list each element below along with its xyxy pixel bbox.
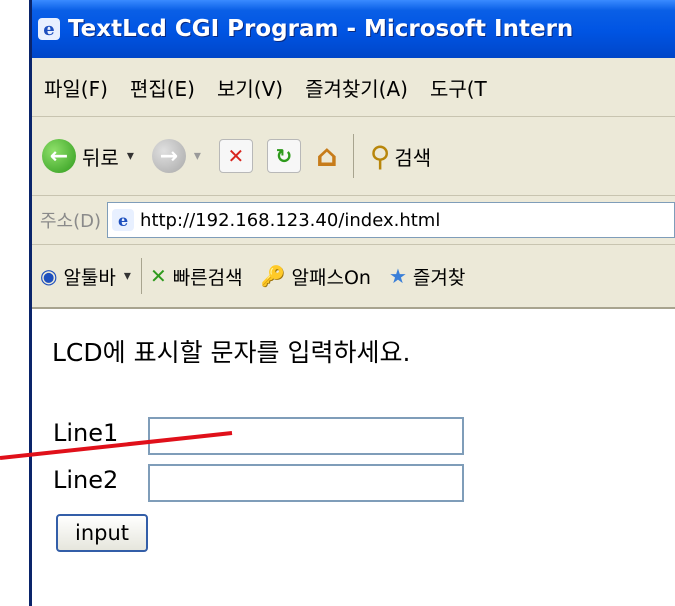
search-label: 검색	[394, 145, 432, 170]
back-button[interactable]: ← 뒤로 ▾	[42, 139, 134, 173]
home-icon[interactable]: ⌂	[311, 139, 343, 174]
links-item-alpass[interactable]: 🔑 알패스On	[261, 263, 371, 290]
line1-label: Line1	[53, 419, 119, 447]
address-field[interactable]: e http://192.168.123.40/index.html	[107, 202, 675, 238]
forward-button[interactable]: → ▾	[151, 139, 201, 173]
menu-bar: 파일(F) 편집(E) 보기(V) 즐겨찾기(A) 도구(T	[32, 58, 675, 117]
links-item-label: 즐겨찾	[412, 266, 466, 289]
browser-window: e TextLcd CGI Program - Microsoft Intern…	[29, 0, 675, 606]
links-separator	[140, 258, 142, 294]
back-dropdown-icon[interactable]: ▾	[127, 148, 134, 164]
address-url[interactable]: http://192.168.123.40/index.html	[140, 210, 440, 231]
menu-view[interactable]: 보기(V)	[217, 73, 283, 102]
chevron-down-icon[interactable]: ▾	[124, 268, 131, 284]
links-item-altoolbar[interactable]: ◉ 알툴바 ▾	[40, 263, 131, 290]
window-title: TextLcd CGI Program - Microsoft Intern	[68, 16, 574, 42]
toolbar-separator	[352, 134, 354, 178]
search-icon: ⚲	[369, 139, 391, 173]
back-label: 뒤로	[82, 145, 119, 170]
quick-search-icon: ✕	[149, 264, 167, 288]
stop-icon[interactable]: ✕	[218, 139, 253, 173]
line2-label: Line2	[53, 466, 119, 494]
page-content: LCD에 표시할 문자를 입력하세요. Line1 Line2 input	[32, 309, 675, 606]
links-item-label: 알패스On	[291, 266, 371, 289]
line2-input[interactable]	[148, 464, 464, 502]
forward-arrow-icon: →	[151, 139, 186, 173]
input-submit-button[interactable]: input	[56, 514, 148, 552]
star-icon: ★	[388, 264, 407, 288]
key-icon: 🔑	[260, 264, 286, 288]
instruction-text: LCD에 표시할 문자를 입력하세요.	[52, 338, 411, 367]
menu-tools[interactable]: 도구(T	[430, 73, 487, 102]
back-arrow-icon: ←	[42, 139, 76, 173]
links-item-label: 알툴바	[63, 266, 116, 289]
alt-toolbar-icon: ◉	[40, 264, 58, 288]
links-item-favorites[interactable]: ★ 즐겨찾	[389, 263, 465, 290]
links-toolbar: ◉ 알툴바 ▾ ✕ 빠른검색 🔑 알패스On ★ 즐겨찾	[32, 245, 675, 309]
menu-favorites[interactable]: 즐겨찾기(A)	[305, 73, 408, 102]
links-item-quick-search[interactable]: ✕ 빠른검색	[150, 263, 243, 290]
menu-edit[interactable]: 편집(E)	[130, 73, 195, 102]
forward-dropdown-icon[interactable]: ▾	[194, 148, 201, 164]
address-bar: 주소(D) e http://192.168.123.40/index.html	[32, 196, 675, 245]
line1-input[interactable]	[148, 417, 464, 455]
menu-file[interactable]: 파일(F)	[44, 73, 108, 102]
standard-toolbar: ← 뒤로 ▾ → ▾ ✕ ↻ ⌂ ⚲ 검색	[32, 117, 675, 196]
title-bar[interactable]: e TextLcd CGI Program - Microsoft Intern	[32, 0, 675, 58]
search-button[interactable]: ⚲ 검색	[364, 140, 431, 173]
ie-page-icon: e	[38, 18, 60, 40]
refresh-icon[interactable]: ↻	[266, 139, 301, 173]
address-label: 주소(D)	[40, 211, 102, 232]
ie-page-icon: e	[112, 209, 135, 231]
links-item-label: 빠른검색	[172, 266, 243, 289]
